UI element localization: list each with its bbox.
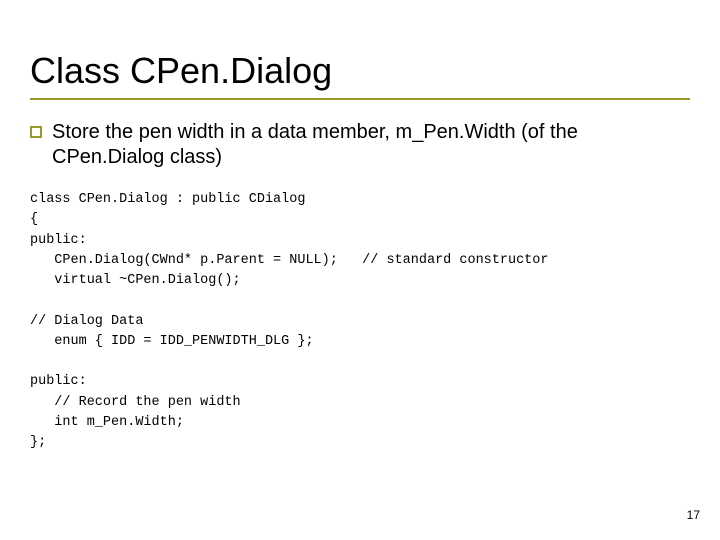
bullet-text: Store the pen width in a data member, m_… bbox=[52, 120, 690, 170]
code-block: class CPen.Dialog : public CDialog { pub… bbox=[30, 190, 690, 453]
slide-title: Class CPen.Dialog bbox=[30, 50, 690, 100]
page-number: 17 bbox=[687, 508, 700, 522]
bullet-row: Store the pen width in a data member, m_… bbox=[30, 120, 690, 170]
square-bullet-icon bbox=[30, 126, 42, 138]
